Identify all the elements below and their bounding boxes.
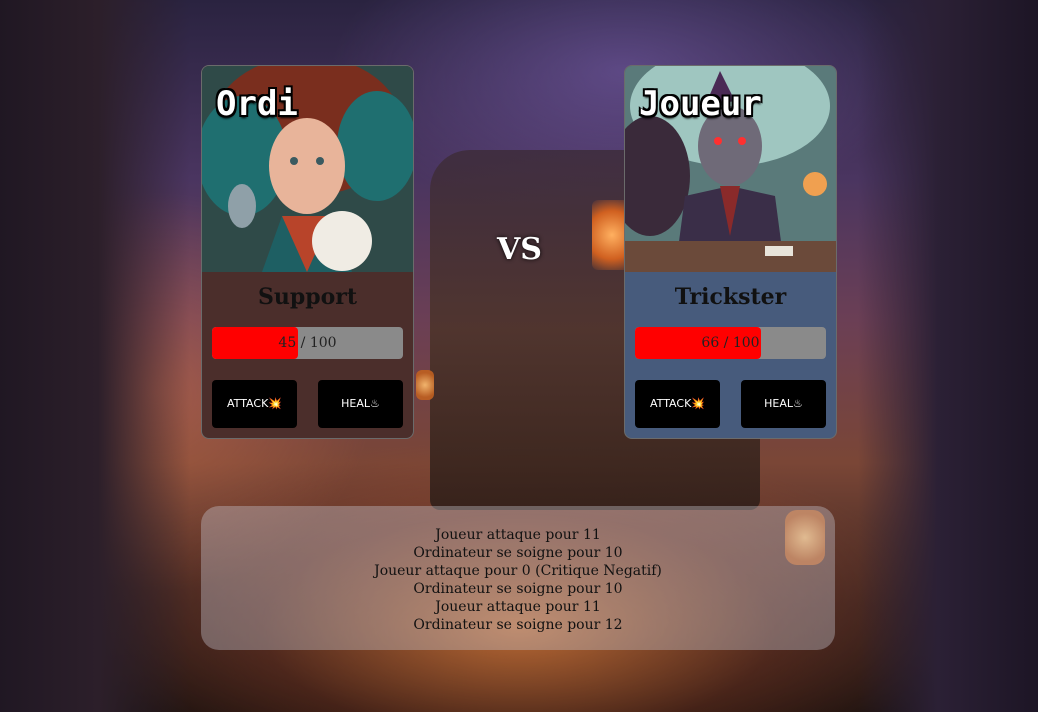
log-line: Ordinateur se soigne pour 12 <box>413 617 623 633</box>
attack-button-ordi[interactable]: ATTACK💥 <box>212 380 297 428</box>
log-line: Joueur attaque pour 11 <box>435 527 601 543</box>
player-card-joueur: Joueur Trickster 66 / 100 ATTACK💥 HEAL♨ <box>624 65 837 439</box>
lantern-small-decor <box>416 370 434 400</box>
player-name-joueur: Joueur <box>639 84 762 124</box>
health-bar-ordi: 45 / 100 <box>212 327 403 359</box>
tree-right-decor <box>858 0 1038 712</box>
log-line: Ordinateur se soigne pour 10 <box>413 581 623 597</box>
portrait-ordi: Ordi <box>202 66 413 272</box>
log-line: Joueur attaque pour 11 <box>435 599 601 615</box>
health-bar-joueur: 66 / 100 <box>635 327 826 359</box>
heal-button-joueur[interactable]: HEAL♨ <box>741 380 826 428</box>
log-line: Ordinateur se soigne pour 10 <box>413 545 623 561</box>
log-line: Joueur attaque pour 0 (Critique Negatif) <box>374 563 662 579</box>
role-label-ordi: Support <box>257 284 358 310</box>
portrait-joueur: Joueur <box>625 66 836 272</box>
heal-button-ordi[interactable]: HEAL♨ <box>318 380 403 428</box>
vs-label: VS <box>497 232 542 267</box>
tree-left-decor <box>0 0 190 712</box>
health-text-ordi: 45 / 100 <box>278 335 337 351</box>
player-card-ordi: Ordi Support 45 / 100 ATTACK💥 HEAL♨ <box>201 65 414 439</box>
attack-button-joueur[interactable]: ATTACK💥 <box>635 380 720 428</box>
battle-log: Joueur attaque pour 11 Ordinateur se soi… <box>201 506 835 650</box>
role-label-joueur: Trickster <box>674 284 787 310</box>
health-text-joueur: 66 / 100 <box>701 335 760 351</box>
player-name-ordi: Ordi <box>216 84 298 124</box>
